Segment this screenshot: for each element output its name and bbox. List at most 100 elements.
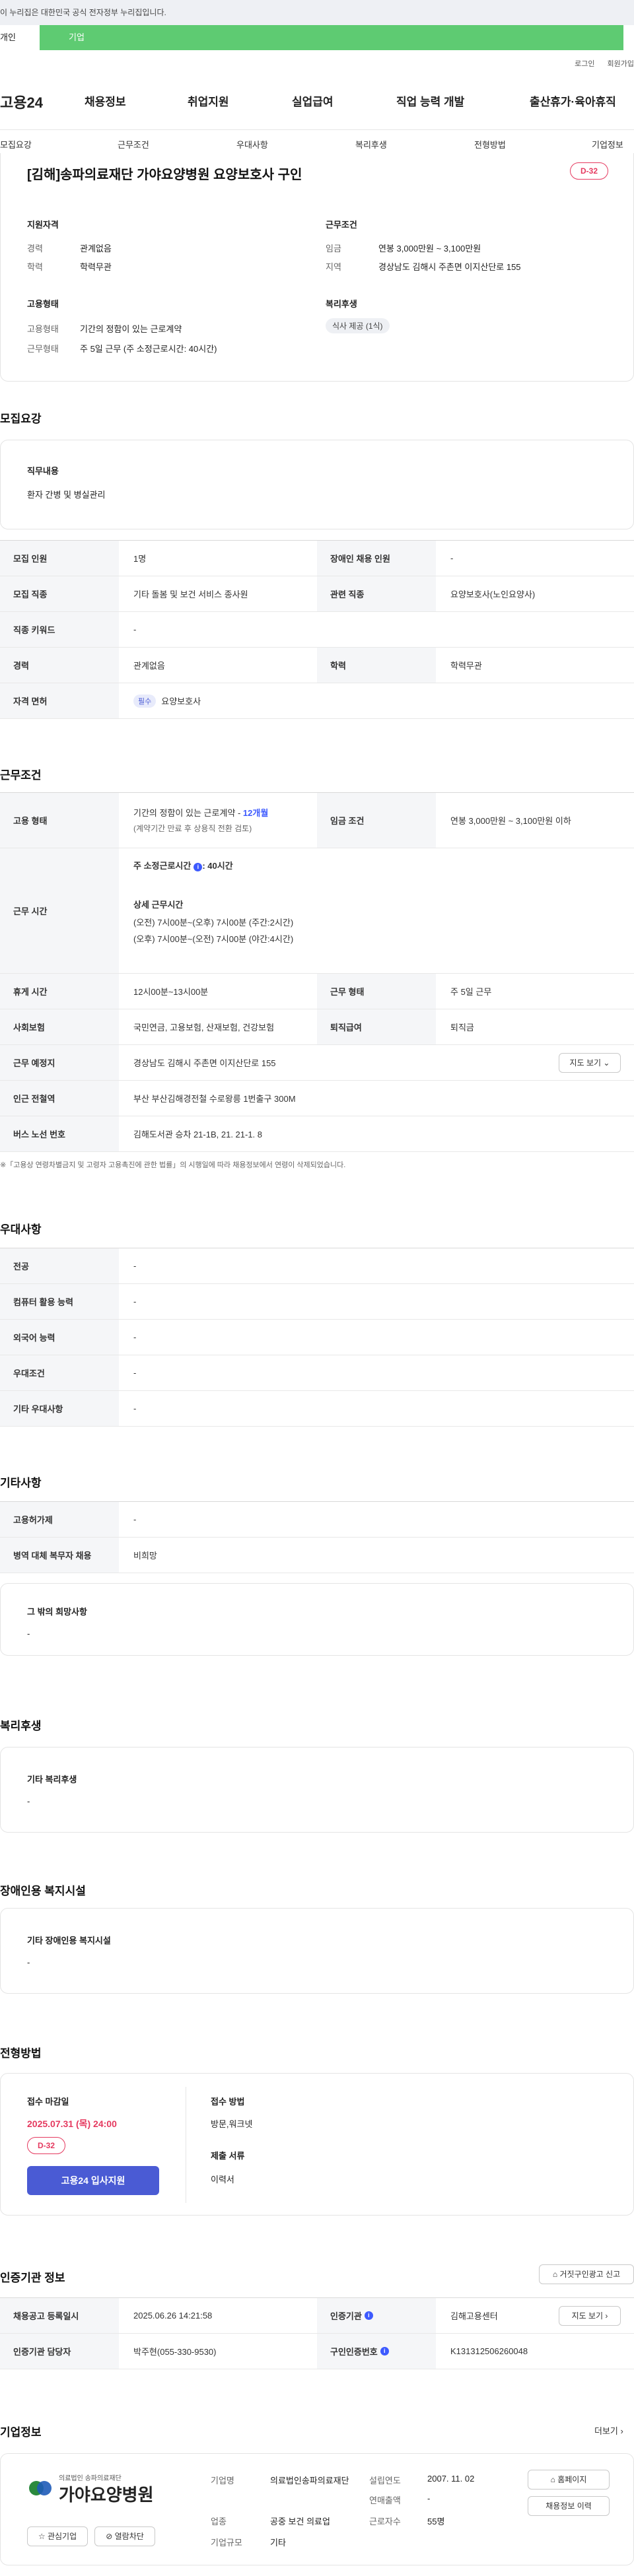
table-header: 채용공고 등록일시: [0, 2298, 119, 2333]
info-icon[interactable]: i: [364, 2311, 373, 2320]
snb-welfare[interactable]: 복리후생: [355, 138, 387, 151]
table-header: 구인인증번호 i: [317, 2334, 436, 2369]
tab-company[interactable]: 기업: [40, 25, 623, 50]
snb-selection[interactable]: 전형방법: [474, 138, 506, 151]
report-button[interactable]: ⌂ 거짓구인광고 신고: [539, 2264, 634, 2284]
table-header: 퇴직급여: [317, 1009, 436, 1044]
block-icon: ⊘: [106, 2532, 113, 2541]
table-header: 임금 조건: [317, 793, 436, 848]
table-header: 근무 형태: [317, 974, 436, 1009]
welfare-chip-text: 식사 제공 (1식): [326, 318, 390, 333]
table-row: 인근 전철역 부산 부산김해경전철 수로왕릉 1번출구 300M: [0, 1081, 634, 1116]
table-row: 컴퓨터 활용 능력 -: [0, 1284, 634, 1320]
company-card: 의료법인 송파의료재단 가야요양병원 ☆ 관심기업 ⊘ 열람차단 기업명 의료법…: [0, 2453, 634, 2565]
wage-value: 연봉 3,000만원 ~ 3,100만원: [378, 244, 481, 254]
duty-heading: 직무내용: [27, 466, 59, 476]
interest-button[interactable]: ☆ 관심기업: [27, 2526, 88, 2546]
emp-form-value: 주 5일 근무 (주 소정근로시간: 40시간): [80, 344, 217, 354]
deadline-value: 2025.07.31 (목) 24:00: [27, 2118, 117, 2129]
deadline-label: 접수 마감일: [27, 2097, 69, 2107]
table-cell: -: [133, 1368, 137, 1378]
etc-table: 고용허가제 - 병역 대체 복무자 채용 비희망: [0, 1501, 634, 1573]
docs-label: 제출 서류: [211, 2151, 245, 2161]
table-row: 휴게 시간 12시00분~13시00분 근무 형태 주 5일 근무: [0, 974, 634, 1009]
table-cell: K131312506260048: [450, 2346, 528, 2356]
table-cell: 학력무관: [450, 661, 482, 671]
chevron-right-icon: ›: [620, 2426, 623, 2436]
org-label: 인증기관: [330, 2311, 362, 2321]
table-row: 고용허가제 -: [0, 1502, 634, 1538]
table-row: 인증기관 담당자 박주현(055-330-9530) 구인인증번호 i K1313…: [0, 2334, 634, 2369]
sales-label: 연매출액: [369, 2495, 401, 2505]
table-row: 사회보험 국민연금, 고용보험, 산재보험, 건강보험 퇴직급여 퇴직금: [0, 1009, 634, 1045]
table-row: 병역 대체 복무자 채용 비희망: [0, 1538, 634, 1573]
table-header: 전공: [0, 1248, 119, 1283]
wage-label: 임금: [326, 244, 341, 254]
recruit-table: 모집 인원 1명 장애인 채용 인원 - 모집 직종 기타 돌봄 및 보건 서비…: [0, 540, 634, 719]
snb-preference[interactable]: 우대사항: [236, 138, 268, 151]
founded-label: 설립연도: [369, 2476, 401, 2486]
industry-label: 업종: [211, 2517, 227, 2526]
gnb-menu-leave[interactable]: 출산휴가·육아휴직: [530, 92, 616, 109]
detail-hours-night: (오후) 7시00분~(오전) 7시00분 (야간:4시간): [133, 934, 294, 944]
emp-type-text: 기간의 정함이 있는 근로계약 -: [133, 808, 243, 818]
preference-title: 우대사항: [0, 1223, 42, 1236]
emp-months: 12개월: [242, 808, 269, 818]
table-header: 경력: [0, 648, 119, 683]
company-name-value: 의료법인송파의료재단: [270, 2476, 349, 2486]
info-icon[interactable]: i: [194, 863, 203, 871]
table-row: 근무 시간 주 소정근로시간 i: 40시간 상세 근무시간 (오전) 7시00분…: [0, 848, 634, 974]
work-table: 고용 형태 기간의 정함이 있는 근로계약 - 12개월 (계약기간 만료 후 …: [0, 792, 634, 1162]
snb-work[interactable]: 근무조건: [118, 138, 149, 151]
gnb-menu-support[interactable]: 취업지원: [188, 92, 229, 109]
table-cell: 2025.06.26 14:21:58: [133, 2311, 213, 2321]
snb-recruit[interactable]: 모집요강: [0, 138, 32, 151]
snb-company[interactable]: 기업정보: [592, 138, 623, 151]
apply-button[interactable]: 고용24 입사지원: [27, 2166, 159, 2195]
company-name-label: 기업명: [211, 2476, 234, 2486]
homepage-button[interactable]: ⌂ 홈페이지: [528, 2470, 610, 2490]
gnb-menu-training[interactable]: 직업 능력 개발: [396, 92, 464, 109]
table-cell: 기타 돌봄 및 보건 서비스 종사원: [133, 590, 248, 599]
table-header: 근무 예정지: [0, 1045, 119, 1080]
info-icon[interactable]: i: [380, 2347, 389, 2356]
company-more-link[interactable]: 더보기 ›: [594, 2424, 623, 2437]
selection-dday-badge: D-32: [27, 2137, 65, 2154]
section-nav: 모집요강 근무조건 우대사항 복리후생 전형방법 기업정보: [0, 129, 634, 156]
table-header: 휴게 시간: [0, 974, 119, 1009]
table-header: 병역 대체 복무자 채용: [0, 1538, 119, 1573]
gnb-menu-benefit[interactable]: 실업급여: [292, 92, 334, 109]
age-note: ※「고용상 연령차별금지 및 고령자 고용촉진에 관한 법률」의 시행일에 따라…: [0, 1161, 346, 1169]
map-button[interactable]: 지도 보기 ⌄: [559, 1053, 621, 1073]
logo-mark-icon: [27, 2475, 53, 2501]
table-row: 기타 우대사항 -: [0, 1391, 634, 1427]
workers-label: 근로자수: [369, 2517, 401, 2526]
required-pill: 필수: [133, 694, 157, 708]
table-cell: -: [133, 1297, 137, 1306]
welfare-title: 복리후생: [0, 1720, 42, 1732]
selection-title: 전형방법: [0, 2047, 42, 2060]
join-link[interactable]: 회원가입: [608, 60, 634, 68]
method-value: 방문,워크넷: [211, 2119, 253, 2129]
table-cell: 경상남도 김해시 주촌면 이지산단로 155: [133, 1058, 276, 1068]
job-history-button[interactable]: 채용정보 이력: [528, 2496, 610, 2516]
block-button[interactable]: ⊘ 열람차단: [94, 2526, 155, 2546]
table-header: 관련 직종: [317, 576, 436, 611]
region-value: 경상남도 김해시 주촌면 이지산단로 155: [378, 262, 521, 272]
table-cell: -: [450, 553, 454, 563]
tab-personal[interactable]: 개인: [0, 25, 40, 50]
cert-map-button[interactable]: 지도 보기 ›: [559, 2306, 621, 2326]
table-header: 직종 키워드: [0, 612, 119, 647]
table-row: 모집 직종 기타 돌봄 및 보건 서비스 종사원 관련 직종 요양보호사(노인요…: [0, 576, 634, 612]
gnb-menu-jobs[interactable]: 채용정보: [85, 92, 126, 109]
gov-banner: 이 누리집은 대한민국 공식 전자정부 누리집입니다.: [0, 0, 634, 25]
table-cell: 12시00분~13시00분: [133, 987, 209, 997]
table-row: 자격 면허 필수 요양보호사: [0, 683, 634, 719]
table-row: 외국어 능력 -: [0, 1320, 634, 1355]
site-logo[interactable]: 고용24: [0, 91, 43, 112]
table-header: 인증기관 i: [317, 2298, 436, 2333]
scale-label: 기업규모: [211, 2538, 242, 2548]
industry-value: 공중 보건 의료업: [270, 2517, 330, 2526]
docs-value: 이력서: [211, 2175, 234, 2185]
login-link[interactable]: 로그인: [575, 60, 594, 68]
